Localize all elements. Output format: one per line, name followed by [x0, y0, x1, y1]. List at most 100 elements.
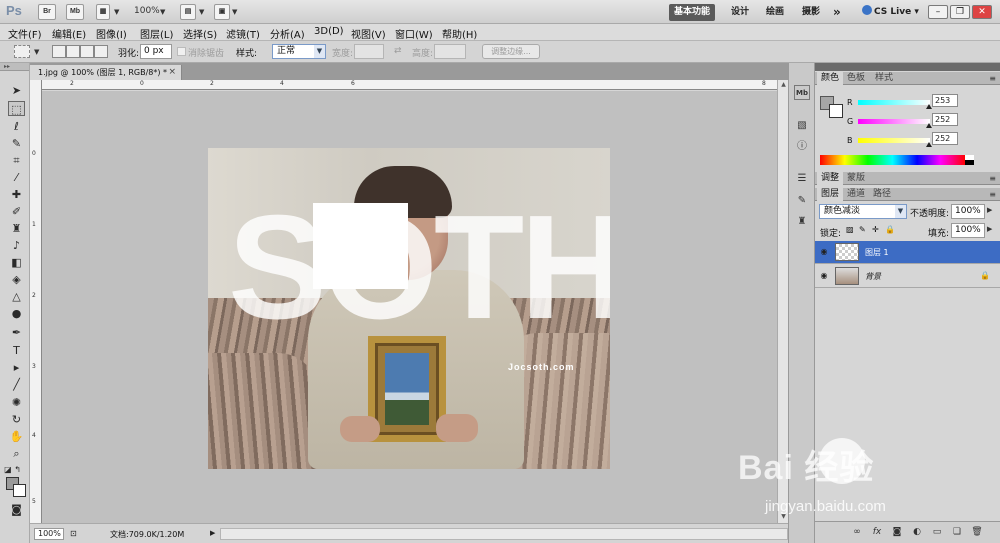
refine-edge-button[interactable]: 调整边缘... [482, 44, 540, 59]
layer-name[interactable]: 背景 [865, 271, 881, 282]
layer-row[interactable]: ◉ 背景 🔒 [815, 265, 1000, 288]
tab-layers[interactable]: 图层 [817, 188, 844, 201]
menu-window[interactable]: 窗口(W) [395, 26, 433, 41]
chevron-down-icon[interactable]: ▼ [232, 8, 237, 16]
new-group-icon[interactable]: ▭ [931, 526, 943, 538]
layer-name[interactable]: 图层 1 [865, 247, 889, 258]
arrange-documents-button[interactable]: ▤ [180, 4, 196, 20]
clone-stamp-tool-icon[interactable]: ♜ [8, 221, 25, 236]
extras-button[interactable]: ▦ [96, 4, 110, 20]
healing-brush-tool-icon[interactable]: ✚ [8, 187, 25, 202]
feather-input[interactable]: 0 px [140, 44, 172, 59]
channel-r-input[interactable]: 253 [932, 94, 958, 107]
menu-analysis[interactable]: 分析(A) [270, 26, 305, 41]
rect-marquee-preset-icon[interactable] [14, 45, 30, 58]
height-input[interactable] [434, 44, 466, 59]
line-tool-icon[interactable]: ╱ [8, 377, 25, 392]
opacity-arrow-icon[interactable]: ▶ [987, 206, 992, 214]
more-workspaces-button[interactable]: » [828, 4, 846, 21]
workspace-design[interactable]: 设计 [726, 4, 754, 21]
cs-live-button[interactable]: CS Live ▾ [862, 5, 919, 17]
menu-select[interactable]: 选择(S) [183, 26, 217, 41]
navigator-icon[interactable]: ▧ [794, 118, 810, 133]
document-canvas[interactable]: SOTH Jocsoth.com [42, 91, 777, 523]
scroll-up-icon[interactable]: ▲ [779, 81, 788, 90]
intersect-selection-icon[interactable] [94, 45, 108, 58]
layer-style-icon[interactable]: fx [871, 526, 883, 538]
menu-edit[interactable]: 编辑(E) [52, 26, 86, 41]
channel-b-slider[interactable] [858, 138, 932, 147]
marquee-tool-icon[interactable]: ⬚ [8, 101, 25, 116]
channel-g-slider[interactable] [858, 119, 932, 128]
tab-channels[interactable]: 通道 [843, 188, 869, 201]
tab-swatches[interactable]: 色板 [843, 72, 869, 85]
menu-image[interactable]: 图像(I) [96, 26, 127, 41]
zoom-tool-icon[interactable]: ⌕ [8, 446, 25, 461]
menu-file[interactable]: 文件(F) [8, 26, 42, 41]
adjustments-icon[interactable]: ☰ [794, 171, 810, 186]
hand-tool-icon[interactable]: ✋ [8, 429, 25, 444]
tab-paths[interactable]: 路径 [869, 188, 895, 201]
status-info-icon[interactable]: ⊡ [70, 529, 77, 538]
add-mask-icon[interactable]: ◙ [891, 526, 903, 538]
brush-tool-icon[interactable]: ✐ [8, 204, 25, 219]
eye-icon[interactable]: ◉ [819, 271, 829, 281]
workspace-painting[interactable]: 绘画 [761, 4, 789, 21]
antialias-checkbox[interactable] [177, 47, 186, 56]
fill-input[interactable]: 100% [951, 223, 985, 238]
clone-source-icon[interactable]: ♜ [794, 214, 810, 229]
blur-tool-icon[interactable]: △ [8, 289, 25, 304]
screen-mode-button[interactable]: ▣ [214, 4, 230, 20]
link-layers-icon[interactable]: ∞ [851, 526, 863, 538]
color-spectrum-ramp[interactable] [820, 155, 965, 165]
horizontal-ruler[interactable]: 2 0 2 4 6 8 [42, 80, 777, 90]
color-background-swatch[interactable] [829, 104, 843, 118]
chevron-down-icon[interactable]: ▼ [114, 8, 119, 16]
background-color-swatch[interactable] [13, 484, 26, 497]
lasso-tool-icon[interactable]: ℓ [8, 119, 25, 134]
opacity-input[interactable]: 100% [951, 204, 985, 219]
workspace-essentials[interactable]: 基本功能 [669, 4, 716, 21]
tab-styles[interactable]: 样式 [871, 72, 897, 85]
vertical-ruler[interactable]: 0 1 2 3 4 5 [30, 80, 42, 523]
type-tool-icon[interactable]: T [8, 343, 25, 358]
paint-bucket-tool-icon[interactable]: ◈ [8, 272, 25, 287]
info-icon[interactable]: ⓘ [794, 139, 810, 154]
panel-grip[interactable]: ▸▸ [0, 63, 29, 71]
chevron-down-icon[interactable]: ▼ [34, 48, 39, 56]
panel-menu-icon[interactable]: ≡ [989, 72, 996, 85]
zoom-level[interactable]: 100% [134, 6, 160, 16]
lock-position-icon[interactable]: ✛ [872, 225, 879, 234]
crop-tool-icon[interactable]: ⌗ [8, 153, 25, 168]
width-input[interactable] [354, 44, 384, 59]
channel-g-input[interactable]: 252 [932, 113, 958, 126]
delete-layer-icon[interactable]: 🗑 [971, 526, 983, 538]
chevron-down-icon[interactable]: ▼ [160, 8, 165, 16]
menu-view[interactable]: 视图(V) [351, 26, 386, 41]
workspace-photography[interactable]: 摄影 [797, 4, 825, 21]
menu-layer[interactable]: 图层(L) [140, 26, 173, 41]
close-icon[interactable]: × [168, 65, 176, 80]
lock-all-icon[interactable]: 🔒 [885, 225, 895, 234]
subtract-selection-icon[interactable] [80, 45, 94, 58]
bridge-button[interactable]: Br [38, 4, 56, 20]
layer-row[interactable]: ◉ 图层 1 [815, 241, 1000, 264]
dodge-tool-icon[interactable]: ● [8, 306, 25, 321]
panel-menu-icon[interactable]: ≡ [989, 172, 996, 185]
channel-b-input[interactable]: 252 [932, 132, 958, 145]
minimize-button[interactable]: – [928, 5, 948, 19]
adjustment-layer-icon[interactable]: ◐ [911, 526, 923, 538]
mini-bridge-icon[interactable]: Mb [794, 85, 810, 100]
eye-icon[interactable]: ◉ [819, 247, 829, 257]
horizontal-scrollbar[interactable] [220, 528, 788, 540]
new-selection-icon[interactable] [52, 45, 66, 58]
swap-icon[interactable]: ⇄ [394, 46, 402, 56]
tab-masks[interactable]: 蒙版 [843, 172, 869, 185]
3d-orbit-tool-icon[interactable]: ↻ [8, 412, 25, 427]
document-tab[interactable]: 1.jpg @ 100% (图层 1, RGB/8*) * × [30, 65, 182, 80]
menu-filter[interactable]: 滤镜(T) [226, 26, 260, 41]
black-white-ramp[interactable] [965, 155, 974, 165]
panel-menu-icon[interactable]: ≡ [989, 188, 996, 201]
panel-dock-grip[interactable] [815, 63, 1000, 71]
tab-adjustments[interactable]: 调整 [817, 172, 844, 185]
